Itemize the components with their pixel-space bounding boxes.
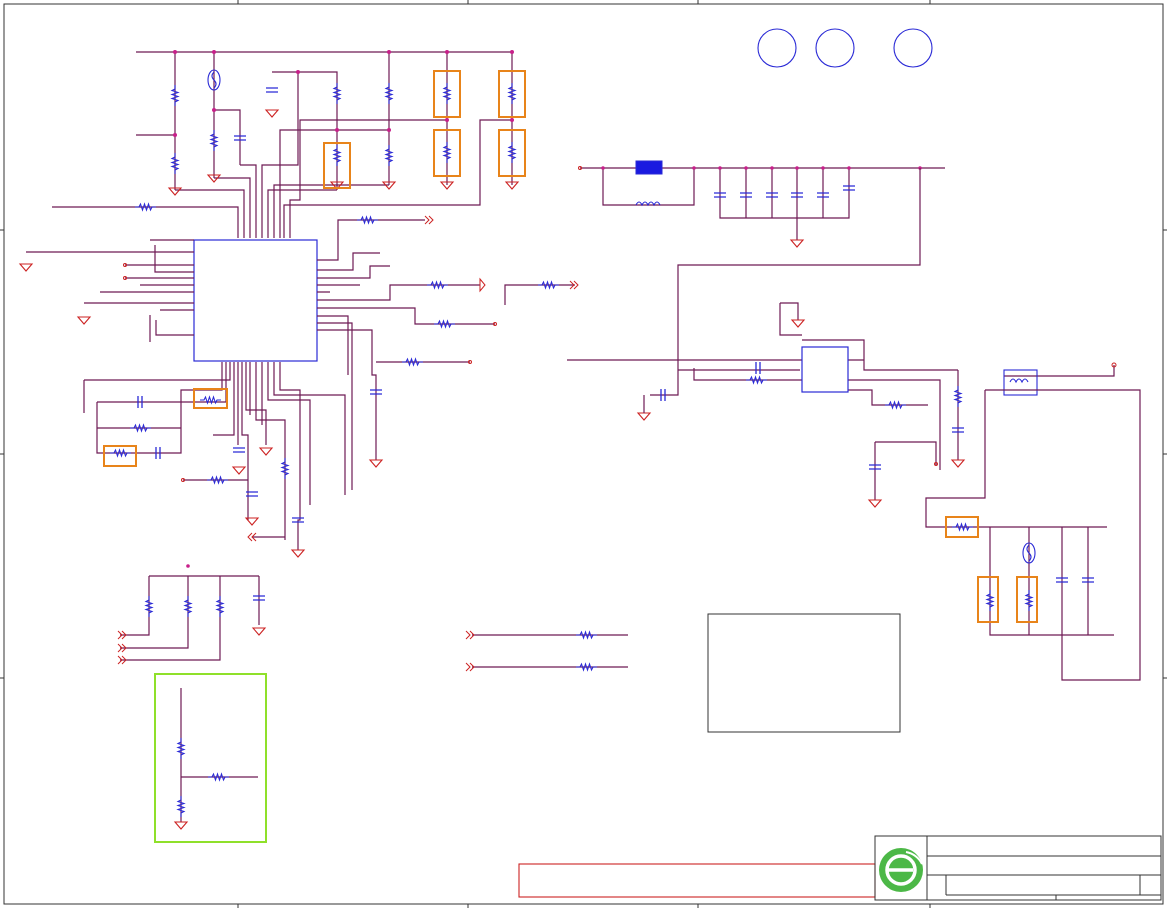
- regulator-section: [567, 168, 1117, 508]
- pullup-network: [117, 564, 266, 665]
- main-ic[interactable]: [193, 239, 318, 362]
- power-input-filter: [578, 160, 945, 248]
- revision-box: [518, 863, 876, 898]
- notes-box: [707, 613, 901, 733]
- ic-right-signals: [317, 215, 579, 490]
- series-resistors: [465, 630, 628, 672]
- company-logo-icon: [879, 848, 923, 892]
- schematic-sheet: [0, 0, 1167, 908]
- regulator-ic: [801, 346, 849, 393]
- voltage-divider-highlight: [154, 673, 267, 843]
- top-pullup-components: [168, 69, 519, 196]
- mounting-holes: [757, 28, 933, 68]
- ic-bottom-signals: [83, 362, 346, 558]
